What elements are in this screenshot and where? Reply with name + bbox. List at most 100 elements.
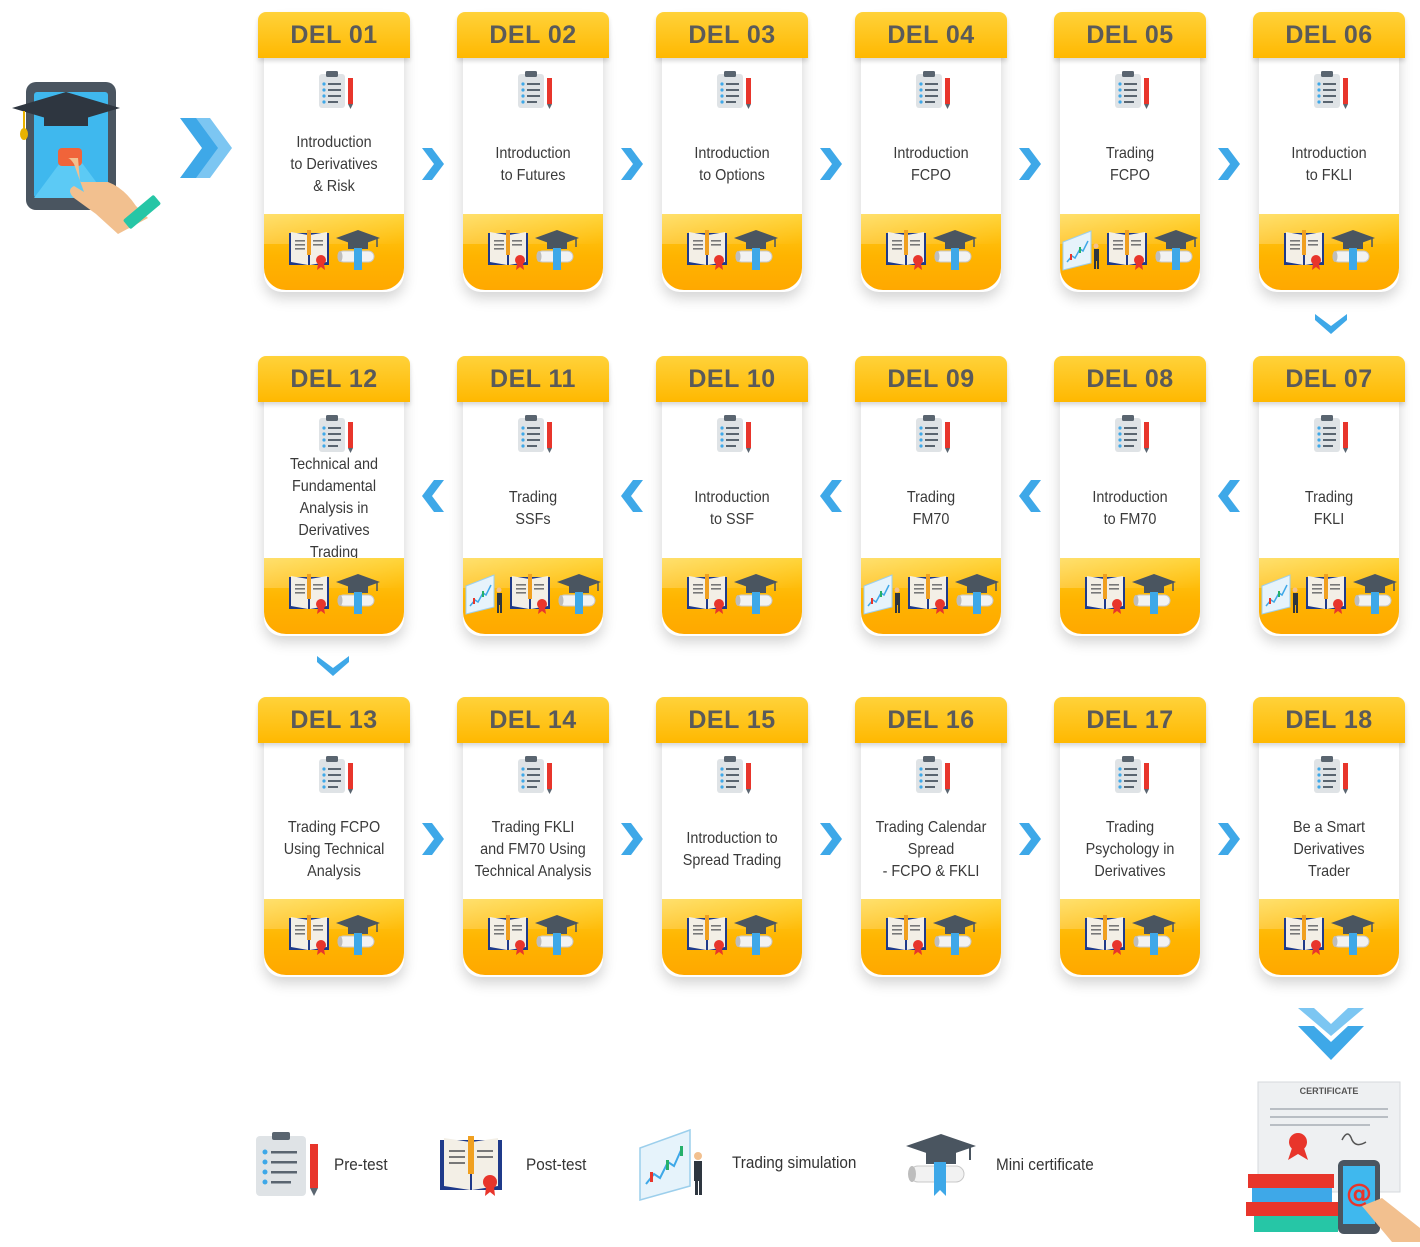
- pre-test-icon: [515, 414, 555, 456]
- module-activities: [1259, 214, 1399, 290]
- module-body: Trading SSFs: [463, 400, 603, 560]
- post-test-icon: [287, 573, 331, 620]
- module-title: Trading FCPO: [1105, 145, 1155, 184]
- pre-test-icon: [316, 70, 356, 112]
- module-activities: [861, 214, 1001, 290]
- pre-test-icon: [913, 755, 953, 797]
- module-title: Be a Smart Derivatives Trader: [1292, 819, 1366, 880]
- module-activities: [1259, 558, 1399, 634]
- module-body: Trading FCPO Using Technical Analysis: [264, 741, 404, 901]
- module-card: DEL 14 Trading FKLI and FM70 Using Techni…: [457, 697, 609, 989]
- chevron-left-icon: [1017, 478, 1043, 519]
- module-code: DEL 12: [258, 356, 410, 402]
- module-card: DEL 06 Introduction to FKLI: [1253, 12, 1405, 304]
- post-test-icon: [884, 229, 928, 276]
- module-title: Introduction to SSF: [694, 489, 770, 528]
- pre-test-icon: [714, 70, 754, 112]
- pre-test-icon: [316, 755, 356, 797]
- mini-certificate-icon: [556, 573, 602, 620]
- chevron-right-icon: [1017, 821, 1043, 862]
- module-title: Introduction FCPO: [893, 145, 969, 184]
- chevron-right-icon: [619, 146, 645, 187]
- mini-certificate-icon: [1131, 914, 1177, 961]
- post-test-icon: [1083, 914, 1127, 961]
- module-activities: [264, 899, 404, 975]
- module-body: Introduction to SSF: [662, 400, 802, 560]
- module-body: Introduction to Futures: [463, 56, 603, 216]
- tablet-start-illustration: [8, 78, 168, 238]
- post-test-icon: [287, 229, 331, 276]
- module-body: Trading FM70: [861, 400, 1001, 560]
- module-activities: [463, 899, 603, 975]
- module-activities: [662, 214, 802, 290]
- module-card: DEL 13 Trading FCPO Using Technical Analy…: [258, 697, 410, 989]
- module-body: Trading FKLI: [1259, 400, 1399, 560]
- module-activities: [264, 558, 404, 634]
- module-title: Trading Calendar Spread - FCPO & FKLI: [875, 819, 987, 880]
- module-body: Introduction to FKLI: [1259, 56, 1399, 216]
- module-code: DEL 15: [656, 697, 808, 743]
- module-title: Trading FKLI and FM70 Using Technical An…: [474, 819, 592, 880]
- module-activities: [1259, 899, 1399, 975]
- pre-test-icon: [1112, 414, 1152, 456]
- legend-label-mini-certificate: Mini certificate: [996, 1155, 1094, 1174]
- legend-pre-test-icon: [252, 1130, 324, 1205]
- mini-certificate-icon: [335, 573, 381, 620]
- module-activities: [463, 558, 603, 634]
- module-card: DEL 12 Technical and Fundamental Analysis…: [258, 356, 410, 648]
- legend-mini-certificate-icon: [904, 1132, 978, 1203]
- mini-certificate-icon: [954, 573, 1000, 620]
- module-body: Trading Psychology in Derivatives: [1060, 741, 1200, 901]
- chevron-down-icon: [1313, 312, 1349, 341]
- module-code: DEL 08: [1054, 356, 1206, 402]
- double-chevron-down-icon: [1296, 1006, 1366, 1067]
- module-code: DEL 06: [1253, 12, 1405, 58]
- module-activities: [662, 558, 802, 634]
- module-title: Trading Psychology in Derivatives: [1085, 819, 1175, 880]
- mini-certificate-icon: [733, 573, 779, 620]
- tablet-graduation-icon: [12, 82, 161, 234]
- module-body: Introduction to Derivatives & Risk: [264, 56, 404, 216]
- double-chevron-right-icon: [178, 112, 236, 189]
- post-test-icon: [1282, 914, 1326, 961]
- certificate-label: CERTIFICATE: [1299, 1086, 1359, 1096]
- post-test-icon: [486, 229, 530, 276]
- legend-label-trading-simulation: Trading simulation: [732, 1153, 857, 1172]
- module-card: DEL 09 Trading FM70: [855, 356, 1007, 648]
- module-card: DEL 08 Introduction to FM70: [1054, 356, 1206, 648]
- module-title: Introduction to FM70: [1092, 489, 1168, 528]
- post-test-icon: [1083, 573, 1127, 620]
- post-test-icon: [1304, 573, 1348, 620]
- module-title: Technical and Fundamental Analysis in De…: [289, 456, 379, 561]
- chevron-right-icon: [420, 821, 446, 862]
- module-code: DEL 05: [1054, 12, 1206, 58]
- module-card: DEL 10 Introduction to SSF: [656, 356, 808, 648]
- post-test-icon: [685, 229, 729, 276]
- module-code: DEL 18: [1253, 697, 1405, 743]
- chevron-right-icon: [420, 146, 446, 187]
- module-code: DEL 03: [656, 12, 808, 58]
- module-code: DEL 07: [1253, 356, 1405, 402]
- mini-certificate-icon: [335, 914, 381, 961]
- pre-test-icon: [515, 70, 555, 112]
- module-code: DEL 02: [457, 12, 609, 58]
- module-code: DEL 14: [457, 697, 609, 743]
- module-activities: [1060, 899, 1200, 975]
- module-card: DEL 11 Trading SSFs: [457, 356, 609, 648]
- module-activities: [264, 214, 404, 290]
- module-body: Technical and Fundamental Analysis in De…: [264, 400, 404, 561]
- mini-certificate-icon: [335, 229, 381, 276]
- pre-test-icon: [1112, 70, 1152, 112]
- module-title: Trading SSFs: [508, 489, 558, 528]
- module-title: Introduction to Spread Trading: [682, 830, 782, 869]
- chevron-right-icon: [1216, 821, 1242, 862]
- module-title: Introduction to Derivatives & Risk: [290, 134, 378, 195]
- module-activities: [861, 558, 1001, 634]
- legend-trading-simulation-icon: [636, 1126, 708, 1207]
- trading-simulation-icon: [1061, 229, 1101, 276]
- module-body: Trading FKLI and FM70 Using Technical An…: [463, 741, 603, 901]
- chevron-left-icon: [619, 478, 645, 519]
- module-card: DEL 02 Introduction to Futures: [457, 12, 609, 304]
- post-test-icon: [685, 914, 729, 961]
- mini-certificate-icon: [1330, 229, 1376, 276]
